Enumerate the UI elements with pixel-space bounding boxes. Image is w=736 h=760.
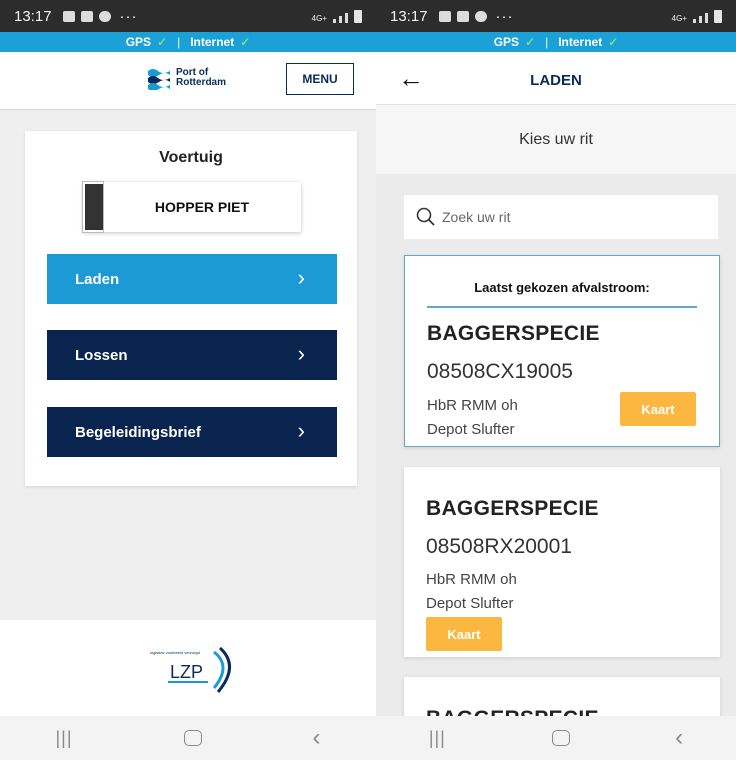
gps-check-icon: ✓ <box>157 35 168 49</box>
last-chosen-label: Laatst gekozen afvalstroom: <box>427 280 697 308</box>
trip-card-last-chosen[interactable]: Laatst gekozen afvalstroom: BAGGERSPECIE… <box>404 255 720 447</box>
internet-check-icon: ✓ <box>240 35 251 49</box>
begeleidingsbrief-label: Begeleidingsbrief <box>75 423 201 441</box>
kaart-button[interactable]: Kaart <box>620 392 696 426</box>
status-right: 4G+ <box>671 9 722 23</box>
chrome-icon <box>98 10 111 22</box>
laden-screen: 13:17 ··· 4G+ GPS ✓ | Internet ✓ ← LADEN… <box>376 0 736 760</box>
recent-apps-button[interactable]: ||| <box>55 728 72 749</box>
begeleidingsbrief-button[interactable]: Begeleidingsbrief › <box>47 407 337 457</box>
waves-logo-icon <box>148 69 170 90</box>
gps-label: GPS <box>125 35 152 49</box>
vehicle-name: HOPPER PIET <box>154 199 250 215</box>
signal-icon <box>693 18 696 23</box>
vehicle-selector[interactable]: HOPPER PIET <box>82 181 301 233</box>
internet-check-icon: ✓ <box>608 35 619 49</box>
status-bar: 13:17 ··· 4G+ <box>0 0 376 32</box>
chat-icon <box>456 10 469 22</box>
network-type: 4G+ <box>671 13 687 23</box>
trip-card[interactable]: BAGGERSPECIE 08508RX20001 HbR RMM oh Dep… <box>404 467 720 657</box>
port-of-rotterdam-logo: Port of Rotterdam <box>146 66 226 90</box>
page-title: LADEN <box>530 72 582 89</box>
trip-type: BAGGERSPECIE <box>427 322 600 345</box>
separator: | <box>177 35 181 49</box>
laden-button[interactable]: Laden › <box>47 254 337 304</box>
system-nav-bar: ||| ‹ <box>376 716 736 760</box>
kaart-button[interactable]: Kaart <box>426 617 502 651</box>
footer: logistiek voorbeeld verzorgd LZP <box>0 620 376 716</box>
lzp-text: LZP <box>170 662 203 682</box>
menu-screen: 13:17 ··· 4G+ GPS ✓ | Internet ✓ Port of <box>0 0 376 760</box>
lossen-button[interactable]: Lossen › <box>47 330 337 380</box>
status-right: 4G+ <box>311 9 362 23</box>
laden-header: ← LADEN <box>376 52 736 104</box>
vehicle-card: Voertuig HOPPER PIET Laden › Lossen › Be… <box>25 131 357 486</box>
laden-label: Laden <box>75 270 120 288</box>
home-button[interactable] <box>183 730 202 746</box>
gps-check-icon: ✓ <box>525 35 536 49</box>
chat-icon <box>80 10 93 22</box>
battery-icon <box>714 9 722 23</box>
lzp-logo: logistiek voorbeeld verzorgd LZP <box>148 644 240 699</box>
home-button[interactable] <box>551 730 570 746</box>
lzp-logo-icon: logistiek voorbeeld verzorgd LZP <box>150 646 231 693</box>
trip-code: 08508CX19005 <box>427 360 573 383</box>
gallery-icon <box>438 10 451 22</box>
menu-button[interactable]: MENU <box>286 63 354 95</box>
search-icon <box>416 207 435 226</box>
trip-code: 08508RX20001 <box>426 535 572 558</box>
lzp-small-text: logistiek voorbeeld verzorgd <box>150 650 200 655</box>
battery-icon <box>354 9 362 23</box>
search-box[interactable] <box>404 195 718 239</box>
app-header: Port of Rotterdam MENU <box>0 52 376 110</box>
recent-apps-button[interactable]: ||| <box>429 728 446 749</box>
more-notifications-icon: ··· <box>495 7 514 25</box>
internet-label: Internet <box>558 35 603 49</box>
chevron-right-icon: › <box>297 341 305 366</box>
signal-icon <box>339 15 342 23</box>
trip-origin: HbR RMM oh <box>426 571 517 588</box>
trip-origin: HbR RMM oh <box>427 397 518 414</box>
chevron-right-icon: › <box>297 418 305 443</box>
vehicle-color-tab <box>82 181 104 233</box>
status-bar: 13:17 ··· 4G+ <box>376 0 736 32</box>
chrome-icon <box>474 10 487 22</box>
gps-label: GPS <box>493 35 520 49</box>
signal-icon <box>705 12 708 23</box>
trip-destination: Depot Slufter <box>427 421 515 438</box>
more-notifications-icon: ··· <box>119 7 138 25</box>
system-nav-bar: ||| ‹ <box>0 716 376 760</box>
signal-icon <box>345 12 348 23</box>
status-time: 13:17 <box>14 7 52 25</box>
vehicle-title: Voertuig <box>159 149 223 166</box>
search-input[interactable] <box>442 209 692 225</box>
lossen-label: Lossen <box>75 346 128 364</box>
status-time: 13:17 <box>390 7 428 25</box>
back-button[interactable]: ‹ <box>312 724 320 752</box>
signal-icon <box>699 15 702 23</box>
connection-status-bar: GPS ✓ | Internet ✓ <box>0 32 376 52</box>
trip-destination: Depot Slufter <box>426 595 514 612</box>
logo-text-rotterdam: Rotterdam <box>176 77 227 88</box>
trip-type: BAGGERSPECIE <box>426 497 599 520</box>
chevron-right-icon: › <box>297 265 305 290</box>
gallery-icon <box>62 10 75 22</box>
back-button[interactable]: ‹ <box>675 724 683 752</box>
signal-icon <box>333 18 336 23</box>
connection-status-bar: GPS ✓ | Internet ✓ <box>376 32 736 52</box>
separator: | <box>545 35 549 49</box>
internet-label: Internet <box>190 35 235 49</box>
trip-prompt: Kies uw rit <box>376 104 736 174</box>
network-type: 4G+ <box>311 13 327 23</box>
